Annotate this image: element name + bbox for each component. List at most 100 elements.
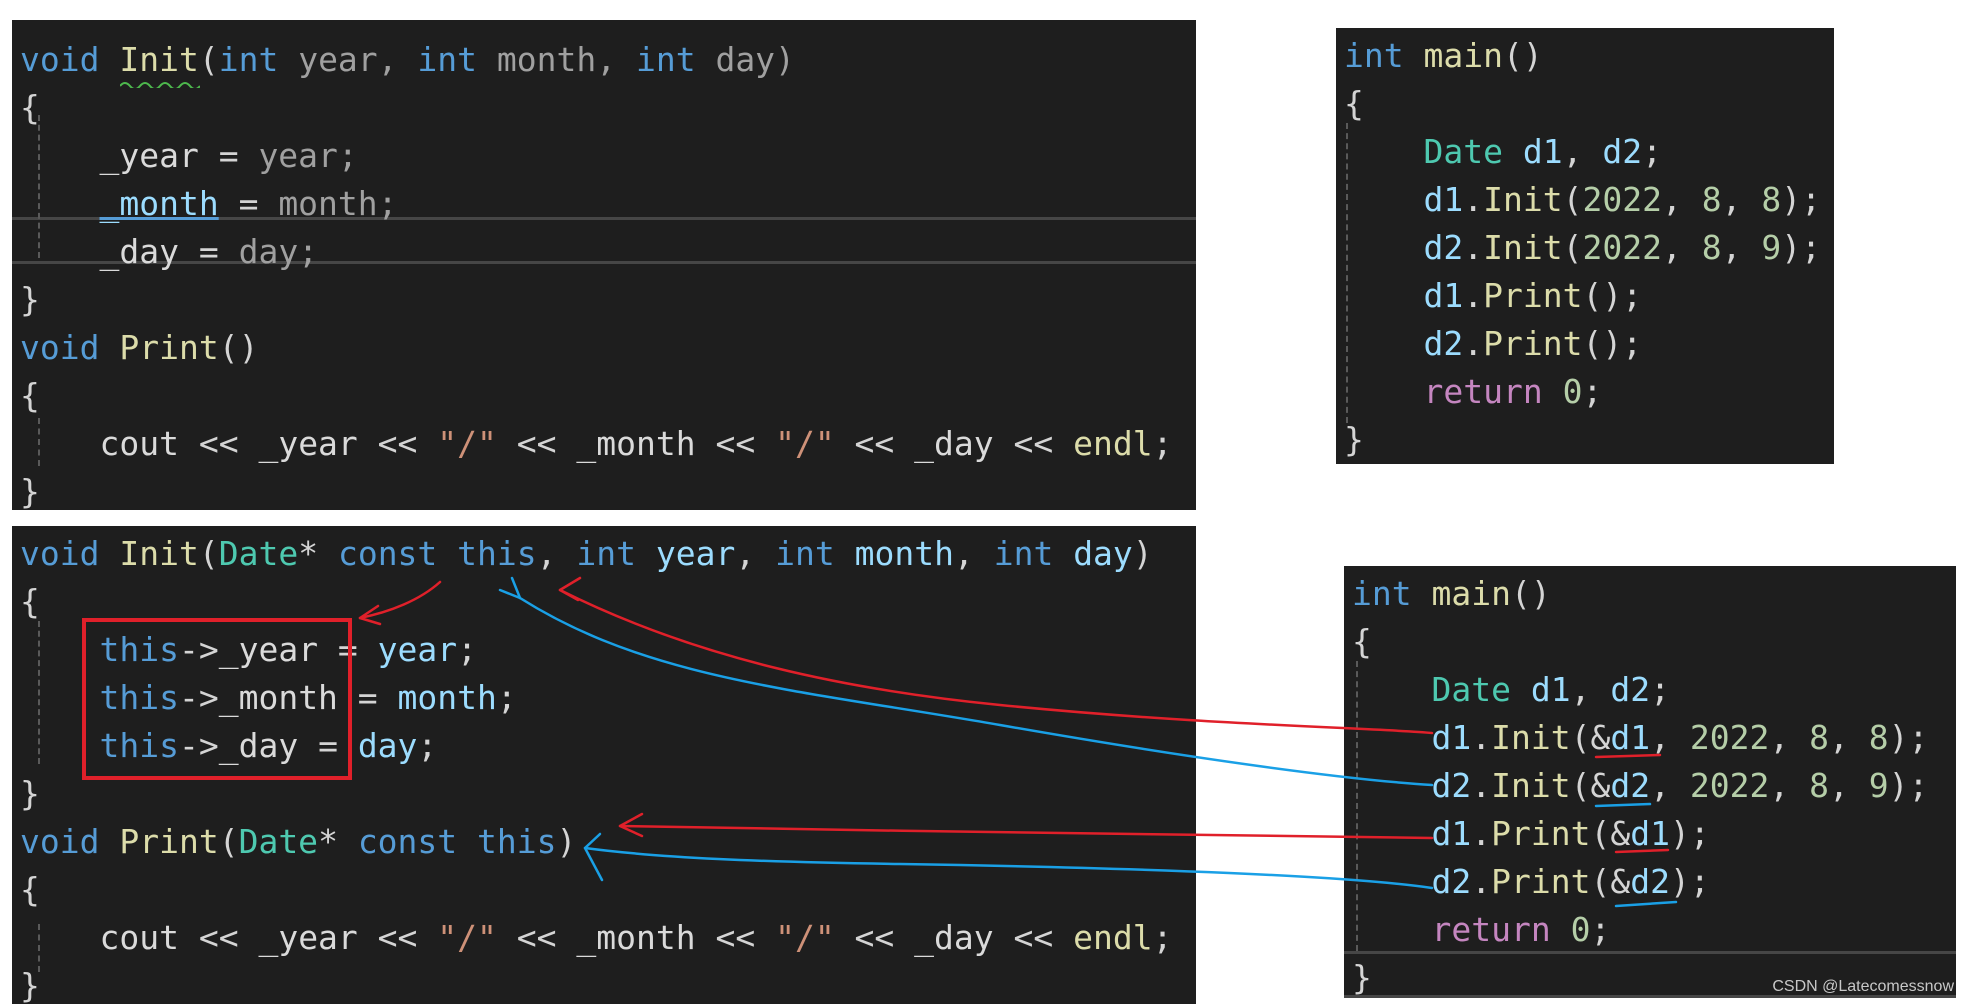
code-line: return 0; [1352, 906, 1610, 954]
code-token: Print [1483, 324, 1583, 363]
code-token: cout [99, 424, 179, 463]
code-token: cout [99, 918, 179, 957]
code-token: , [1828, 766, 1869, 805]
code-token: ( [1562, 180, 1583, 219]
code-token: & [1610, 862, 1631, 901]
code-line: Date d1, d2; [1344, 128, 1661, 176]
code-token: , [953, 534, 994, 573]
code-token: << [178, 918, 259, 957]
code-token: , [1650, 766, 1690, 805]
code-token: & [1590, 718, 1611, 757]
code-line: } [20, 962, 40, 1004]
code-token: _month [99, 184, 219, 223]
code-token: * [298, 534, 338, 573]
code-line: _day = day; [20, 228, 318, 276]
code-token: _day [914, 424, 994, 463]
code-token: . [1471, 862, 1492, 901]
code-token: int [417, 40, 478, 79]
code-token: day [357, 726, 418, 765]
code-token: month [854, 534, 954, 573]
code-token: "/" [775, 424, 835, 463]
code-token: Print [1491, 862, 1591, 901]
code-token: { [1352, 622, 1372, 661]
code-token: _day [914, 918, 994, 957]
code-line: } [20, 770, 40, 818]
code-token: ; [1582, 372, 1603, 411]
code-token: Date [218, 534, 299, 573]
code-token: day [1073, 534, 1133, 573]
code-token: void [20, 40, 100, 79]
code-token: ; [417, 726, 438, 765]
code-token: . [1463, 228, 1484, 267]
code-token: endl [1073, 424, 1153, 463]
code-token: Init [1491, 718, 1571, 757]
code-token: d2 [1423, 228, 1464, 267]
code-token: ); [1888, 766, 1929, 805]
code-token: Init [119, 534, 199, 573]
code-line: d2.Print(); [1344, 320, 1642, 368]
code-token: } [20, 472, 40, 510]
code-token: ( [1590, 862, 1611, 901]
code-token: { [1344, 84, 1364, 123]
code-token: _year [258, 424, 358, 463]
code-line: { [20, 84, 40, 132]
code-token: { [20, 376, 40, 415]
code-line: Date d1, d2; [1352, 666, 1669, 714]
code-token: ( [198, 40, 219, 79]
code-token: int [1344, 36, 1404, 75]
code-token: ( [198, 534, 219, 573]
code-line: } [1352, 954, 1372, 998]
code-token: ( [1590, 814, 1611, 853]
code-token: "/" [775, 918, 835, 957]
code-token: main [1423, 36, 1503, 75]
code-token: 0 [1570, 910, 1591, 949]
code-token: d2 [1431, 766, 1472, 805]
code-token: Date [1423, 132, 1503, 171]
code-token: * [318, 822, 358, 861]
code-token: . [1463, 180, 1484, 219]
code-token: , [1661, 180, 1702, 219]
code-line: void Print() [20, 324, 258, 372]
code-token: ; [496, 678, 517, 717]
code-token: << [695, 918, 776, 957]
code-token: d1 [1530, 670, 1571, 709]
code-token: ); [1669, 862, 1710, 901]
code-line: d1.Print(&d1); [1352, 810, 1709, 858]
code-token: void [20, 822, 100, 861]
code-line: d1.Init(&d1, 2022, 8, 8); [1352, 714, 1928, 762]
code-token: year [377, 630, 458, 669]
code-token: = [218, 184, 279, 223]
code-token: Print [119, 822, 219, 861]
code-token: << [357, 424, 438, 463]
code-token: << [496, 424, 577, 463]
code-line: d2.Init(2022, 8, 9); [1344, 224, 1820, 272]
code-token: d1 [1610, 718, 1651, 757]
code-token: _year [99, 136, 199, 175]
code-panel-main-original: int main(){ Date d1, d2; d1.Init(2022, 8… [1336, 28, 1834, 464]
code-line: void Init(Date* const this, int year, in… [20, 530, 1153, 578]
code-token: , [1562, 132, 1603, 171]
code-line: { [20, 578, 40, 626]
code-token: } [20, 966, 40, 1004]
code-token: << [178, 424, 259, 463]
